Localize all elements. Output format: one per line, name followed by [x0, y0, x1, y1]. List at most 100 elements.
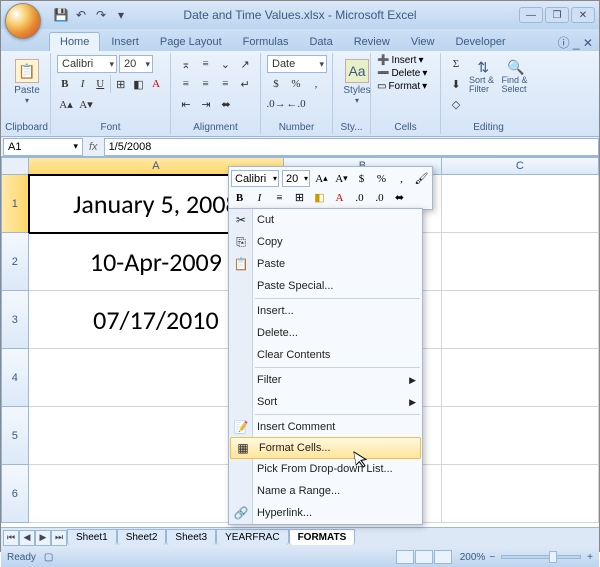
mt-format-painter-icon[interactable]: 🖌 — [413, 170, 430, 187]
cm-copy[interactable]: ⎘Copy — [229, 231, 422, 253]
cm-insert-comment[interactable]: 📝Insert Comment — [229, 416, 422, 438]
align-bottom-button[interactable]: ⌄ — [217, 55, 235, 73]
cell-c3[interactable] — [442, 291, 599, 349]
row-header-4[interactable]: 4 — [1, 349, 29, 407]
bold-button[interactable]: B — [57, 75, 73, 93]
border-button[interactable]: ⊞ — [113, 75, 129, 93]
mt-center[interactable]: ≡ — [271, 189, 288, 206]
sheet-tab-4[interactable]: YEARFRAC — [216, 529, 288, 545]
office-button[interactable] — [5, 3, 41, 39]
sheet-nav-next[interactable]: ▶ — [35, 530, 51, 546]
undo-icon[interactable]: ↶ — [73, 7, 89, 23]
view-normal-button[interactable] — [396, 550, 414, 564]
wrap-text-button[interactable]: ↵ — [236, 75, 254, 93]
mt-fill-color[interactable]: ◧ — [311, 189, 328, 206]
select-all-corner[interactable] — [1, 157, 29, 175]
row-header-1[interactable]: 1 — [1, 175, 29, 233]
cells-insert-button[interactable]: ➕Insert ▾ — [377, 55, 434, 66]
cm-hyperlink[interactable]: 🔗Hyperlink... — [229, 502, 422, 524]
mt-grow-font[interactable]: A▴ — [313, 170, 330, 187]
mt-font-select[interactable]: Calibri — [231, 170, 279, 187]
tab-page-layout[interactable]: Page Layout — [150, 33, 232, 51]
increase-indent-button[interactable]: ⇥ — [197, 95, 215, 113]
mt-merge[interactable]: ⬌ — [391, 189, 408, 206]
sheet-tab-2[interactable]: Sheet2 — [117, 529, 167, 545]
cm-name-range[interactable]: Name a Range... — [229, 480, 422, 502]
tab-formulas[interactable]: Formulas — [233, 33, 299, 51]
align-left-button[interactable]: ≡ — [177, 75, 195, 93]
sheet-nav-prev[interactable]: ◀ — [19, 530, 35, 546]
font-color-button[interactable]: A — [148, 75, 164, 93]
paste-button[interactable]: 📋 Paste ▾ — [9, 55, 45, 105]
sheet-tab-5[interactable]: FORMATS — [289, 529, 356, 545]
mt-comma[interactable]: , — [393, 170, 410, 187]
macro-record-icon[interactable]: ▢ — [44, 552, 53, 563]
zoom-in-button[interactable]: + — [587, 552, 593, 563]
mt-percent[interactable]: % — [373, 170, 390, 187]
fx-label[interactable]: fx — [89, 141, 98, 153]
shrink-font-button[interactable]: A▾ — [77, 95, 95, 113]
find-select-button[interactable]: 🔍 Find & Select — [502, 55, 531, 132]
view-layout-button[interactable] — [415, 550, 433, 564]
sheet-nav-first[interactable]: ⏮ — [3, 530, 19, 546]
mt-inc-decimal[interactable]: .0 — [351, 189, 368, 206]
row-header-3[interactable]: 3 — [1, 291, 29, 349]
help-icon[interactable]: ⓘ _ ✕ — [558, 34, 593, 51]
cm-sort[interactable]: Sort▶ — [229, 391, 422, 413]
col-header-c[interactable]: C — [442, 157, 599, 175]
tab-home[interactable]: Home — [49, 32, 100, 51]
row-header-6[interactable]: 6 — [1, 465, 29, 523]
number-format-select[interactable]: Date — [267, 55, 327, 73]
percent-button[interactable]: % — [287, 75, 305, 93]
zoom-out-button[interactable]: − — [489, 552, 495, 563]
underline-button[interactable]: U — [92, 75, 108, 93]
row-header-2[interactable]: 2 — [1, 233, 29, 291]
mt-dec-decimal[interactable]: .0 — [371, 189, 388, 206]
redo-icon[interactable]: ↷ — [93, 7, 109, 23]
cell-c4[interactable] — [442, 349, 599, 407]
tab-insert[interactable]: Insert — [101, 33, 149, 51]
align-middle-button[interactable]: ≡ — [197, 55, 215, 73]
mt-bold[interactable]: B — [231, 189, 248, 206]
tab-review[interactable]: Review — [344, 33, 400, 51]
fill-button[interactable]: ⬇ — [447, 75, 465, 93]
minimize-button[interactable]: — — [519, 7, 543, 23]
comma-button[interactable]: , — [307, 75, 325, 93]
name-box[interactable]: A1▾ — [3, 138, 83, 156]
cm-format-cells[interactable]: ▦Format Cells... — [230, 437, 421, 459]
save-icon[interactable]: 💾 — [53, 7, 69, 23]
italic-button[interactable]: I — [75, 75, 91, 93]
decrease-indent-button[interactable]: ⇤ — [177, 95, 195, 113]
cm-delete[interactable]: Delete... — [229, 322, 422, 344]
mt-font-color[interactable]: A — [331, 189, 348, 206]
close-button[interactable]: ✕ — [571, 7, 595, 23]
maximize-button[interactable]: ❐ — [545, 7, 569, 23]
formula-input[interactable]: 1/5/2008 — [104, 138, 599, 156]
cell-c6[interactable] — [442, 465, 599, 523]
zoom-level[interactable]: 200% — [460, 552, 486, 563]
sheet-nav-last[interactable]: ⏭ — [51, 530, 67, 546]
row-header-5[interactable]: 5 — [1, 407, 29, 465]
cm-paste-special[interactable]: Paste Special... — [229, 275, 422, 297]
cm-paste[interactable]: 📋Paste — [229, 253, 422, 275]
cell-c5[interactable] — [442, 407, 599, 465]
grow-font-button[interactable]: A▴ — [57, 95, 75, 113]
tab-data[interactable]: Data — [299, 33, 342, 51]
cell-c1[interactable] — [442, 175, 599, 233]
fill-color-button[interactable]: ◧ — [131, 75, 147, 93]
sheet-tab-3[interactable]: Sheet3 — [166, 529, 216, 545]
tab-developer[interactable]: Developer — [445, 33, 515, 51]
sheet-tab-1[interactable]: Sheet1 — [67, 529, 117, 545]
clear-button[interactable]: ◇ — [447, 95, 465, 113]
sort-filter-button[interactable]: ⇅ Sort & Filter — [469, 55, 498, 132]
autosum-button[interactable]: Σ — [447, 55, 465, 73]
cell-c2[interactable] — [442, 233, 599, 291]
cm-pick-list[interactable]: Pick From Drop-down List... — [229, 458, 422, 480]
mt-border[interactable]: ⊞ — [291, 189, 308, 206]
cm-cut[interactable]: ✂Cut — [229, 209, 422, 231]
currency-button[interactable]: $ — [267, 75, 285, 93]
decrease-decimal-button[interactable]: ←.0 — [287, 95, 305, 113]
merge-button[interactable]: ⬌ — [217, 95, 235, 113]
view-pagebreak-button[interactable] — [434, 550, 452, 564]
cells-delete-button[interactable]: ➖Delete ▾ — [377, 68, 434, 79]
